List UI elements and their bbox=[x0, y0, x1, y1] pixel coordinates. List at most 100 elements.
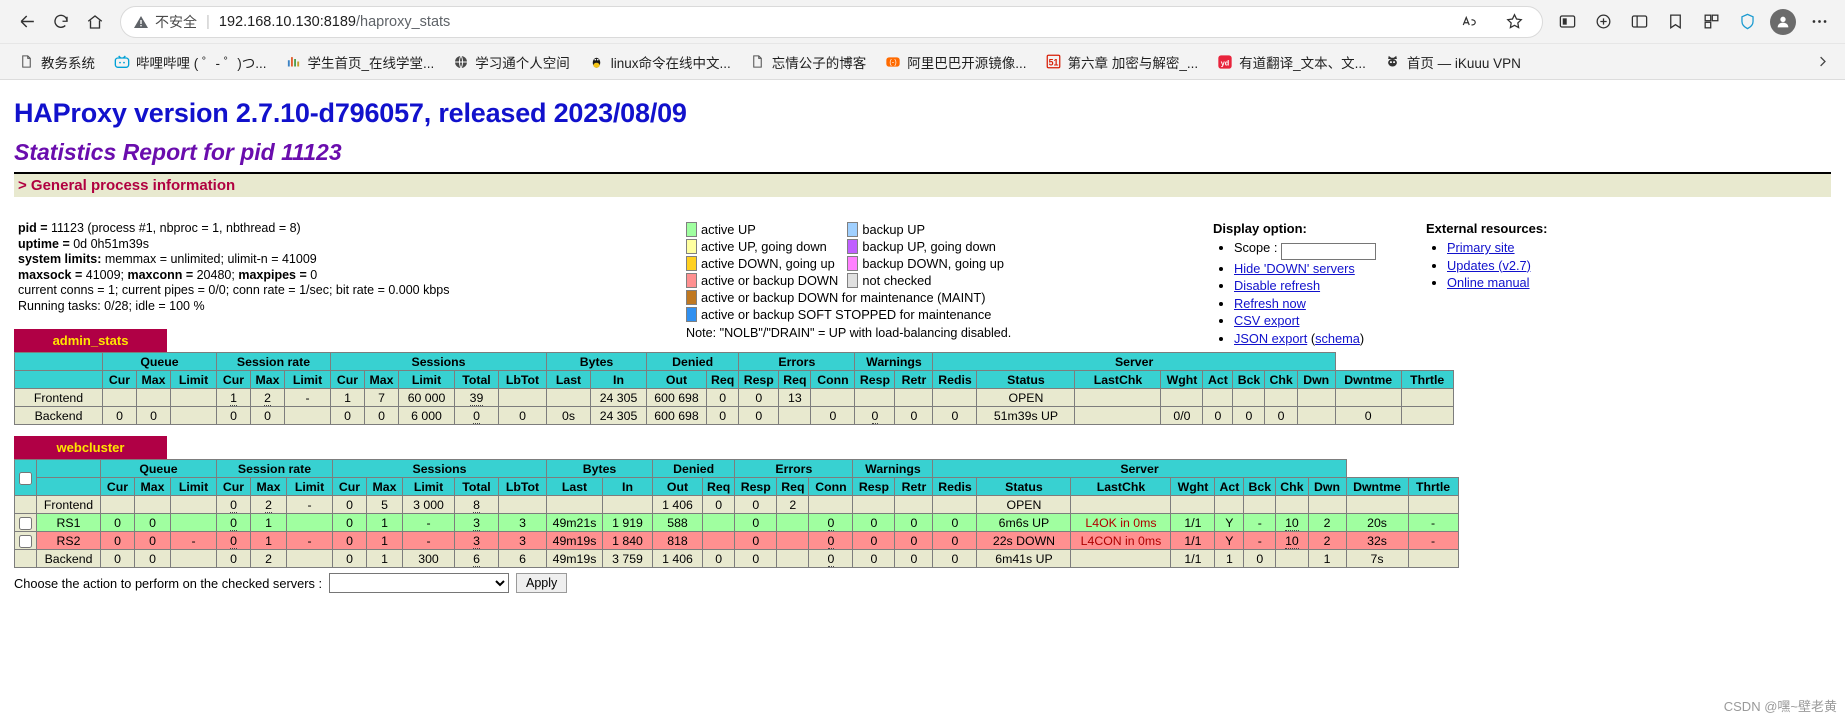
csv-export-item[interactable]: CSV export bbox=[1234, 312, 1376, 330]
apply-button[interactable]: Apply bbox=[516, 573, 568, 593]
cell-sess-cur: 0 bbox=[332, 531, 367, 550]
primary-site-link[interactable]: Primary site bbox=[1447, 240, 1515, 255]
table-head: Queue Session rate Sessions Bytes Denied… bbox=[14, 459, 1459, 496]
legend-swatch-maint bbox=[686, 290, 697, 305]
url-host: 192.168.10.130:8189 bbox=[218, 13, 356, 30]
globe-icon bbox=[452, 53, 469, 70]
collections-icon[interactable] bbox=[1659, 6, 1691, 38]
cell-bytes-out: 818 bbox=[652, 531, 703, 550]
home-button[interactable] bbox=[78, 5, 112, 39]
bookmark-label: 忘情公子的博客 bbox=[771, 55, 867, 71]
tux-icon bbox=[588, 53, 605, 70]
cell-warn-redis: 0 bbox=[932, 549, 978, 568]
refresh-now-link[interactable]: Refresh now bbox=[1234, 296, 1306, 311]
json-export-item[interactable]: JSON export (schema) bbox=[1234, 330, 1376, 348]
updates-item[interactable]: Updates (v2.7) bbox=[1447, 257, 1547, 275]
cell-chk: 10 bbox=[1285, 515, 1299, 531]
cell-bck: 0 bbox=[1243, 549, 1277, 568]
cell-queue-max bbox=[136, 388, 171, 407]
online-manual-item[interactable]: Online manual bbox=[1447, 274, 1547, 292]
maxpipes-value: 0 bbox=[310, 267, 318, 282]
cell-err-req bbox=[776, 549, 810, 568]
cell-denied-req: 0 bbox=[701, 495, 736, 514]
cell-chk bbox=[1275, 549, 1309, 568]
profile-avatar[interactable] bbox=[1767, 6, 1799, 38]
bookmark-xuexitong[interactable]: 学习通个人空间 bbox=[444, 48, 578, 76]
cell-err-conn bbox=[810, 388, 856, 407]
cell-dwntme: 20s bbox=[1345, 513, 1409, 532]
row-checkbox-rs1[interactable] bbox=[19, 516, 32, 530]
shield-icon[interactable] bbox=[1731, 6, 1763, 38]
refresh-now-item[interactable]: Refresh now bbox=[1234, 295, 1376, 313]
legend-right-cell: backup DOWN, going up bbox=[847, 255, 1013, 272]
scope-input[interactable] bbox=[1280, 242, 1376, 260]
cell-srate-max: 0 bbox=[250, 406, 285, 425]
current-conns-line: current conns = 1; current pipes = 0/0; … bbox=[18, 283, 450, 297]
cell-sess-cur: 0 bbox=[332, 495, 367, 514]
settings-more-icon[interactable] bbox=[1803, 6, 1835, 38]
bookmark-bilibili[interactable]: 哔哩哔哩 ( ゜- ゜)つ... bbox=[105, 48, 275, 76]
copilot-icon[interactable] bbox=[1587, 6, 1619, 38]
scope-item: Scope : bbox=[1234, 239, 1376, 260]
bookmarks-overflow-icon[interactable] bbox=[1809, 54, 1835, 69]
bookmark-linux-cmd[interactable]: linux命令在线中文... bbox=[580, 48, 739, 76]
col-group-sessions: Sessions bbox=[332, 459, 547, 478]
cell-sess-last: 0s bbox=[546, 406, 591, 425]
cell-err-resp: 0 bbox=[852, 513, 896, 532]
address-bar[interactable]: 不安全 | 192.168.10.130:8189/haproxy_stats bbox=[120, 5, 1543, 38]
row-checkbox-rs2[interactable] bbox=[19, 534, 32, 548]
bookmark-wangqing-blog[interactable]: 忘情公子的博客 bbox=[741, 48, 875, 76]
bookmark-ikuuu-vpn[interactable]: 首页 — iKuuu VPN bbox=[1376, 48, 1529, 76]
cell-sess-limit: 3 000 bbox=[402, 495, 455, 514]
cell-queue-cur: 0 bbox=[100, 549, 135, 568]
reload-button[interactable] bbox=[44, 5, 78, 39]
col-group-server: Server bbox=[932, 459, 1347, 478]
json-export-link[interactable]: JSON export bbox=[1234, 331, 1307, 346]
hide-down-servers-link[interactable]: Hide 'DOWN' servers bbox=[1234, 261, 1355, 276]
disable-refresh-link[interactable]: Disable refresh bbox=[1234, 278, 1320, 293]
row-checkbox-cell[interactable] bbox=[14, 531, 37, 550]
table-row-frontend: Frontend 1 2 - 1 7 60 000 39 24 305 600 … bbox=[14, 388, 1454, 407]
table-body: Frontend 1 2 - 1 7 60 000 39 24 305 600 … bbox=[14, 388, 1454, 425]
col-warn-redis: Redis bbox=[932, 370, 978, 389]
col-srate-limit: Limit bbox=[284, 370, 331, 389]
select-all-cell[interactable] bbox=[14, 459, 37, 496]
read-aloud-icon[interactable] bbox=[1454, 6, 1486, 38]
col-err-req: Req bbox=[778, 370, 812, 389]
bookmark-alibaba-mirror[interactable]: (-) 阿里巴巴开源镜像... bbox=[876, 48, 1034, 76]
browser-essentials-icon[interactable] bbox=[1623, 6, 1655, 38]
row-checkbox-cell bbox=[14, 549, 37, 568]
table-head: Queue Session rate Sessions Bytes Denied… bbox=[14, 352, 1454, 389]
favorite-star-icon[interactable] bbox=[1498, 6, 1530, 38]
updates-link[interactable]: Updates (v2.7) bbox=[1447, 258, 1531, 273]
cell-dwn: 2 bbox=[1307, 531, 1347, 550]
hide-down-servers-item[interactable]: Hide 'DOWN' servers bbox=[1234, 260, 1376, 278]
bookmark-chapter-six[interactable]: 51 第六章 加密与解密_... bbox=[1037, 48, 1207, 76]
primary-site-item[interactable]: Primary site bbox=[1447, 239, 1547, 257]
cell-srate-limit bbox=[284, 406, 331, 425]
csv-export-link[interactable]: CSV export bbox=[1234, 313, 1299, 328]
col-sess-max: Max bbox=[366, 477, 403, 496]
select-all-checkbox[interactable] bbox=[19, 471, 32, 485]
disable-refresh-item[interactable]: Disable refresh bbox=[1234, 277, 1376, 295]
row-checkbox-cell[interactable] bbox=[14, 513, 37, 532]
back-button[interactable] bbox=[10, 5, 44, 39]
json-schema-close-paren: ) bbox=[1359, 330, 1365, 346]
cell-sess-last: 49m19s bbox=[546, 549, 603, 568]
cell-sess-last: 49m19s bbox=[546, 531, 603, 550]
extensions-icon[interactable] bbox=[1695, 6, 1727, 38]
json-schema-link[interactable]: schema bbox=[1315, 331, 1360, 346]
bookmark-xuesheng-shouye[interactable]: 学生首页_在线学堂... bbox=[277, 48, 443, 76]
svg-text:yd: yd bbox=[1220, 58, 1229, 67]
split-screen-icon[interactable] bbox=[1551, 6, 1583, 38]
col-srate-max: Max bbox=[250, 477, 287, 496]
online-manual-link[interactable]: Online manual bbox=[1447, 275, 1530, 290]
bookmark-youdao-translate[interactable]: yd 有道翻译_文本、文... bbox=[1208, 48, 1374, 76]
bookmark-jiaowu[interactable]: 教务系统 bbox=[10, 48, 103, 76]
cell-chk bbox=[1275, 495, 1309, 514]
action-select[interactable] bbox=[329, 573, 510, 593]
legend-swatch-active-down-going-up bbox=[686, 256, 697, 271]
legend-label: backup DOWN, going up bbox=[862, 256, 1004, 271]
col-err-conn: Conn bbox=[808, 477, 854, 496]
col-dwn: Dwn bbox=[1307, 477, 1347, 496]
